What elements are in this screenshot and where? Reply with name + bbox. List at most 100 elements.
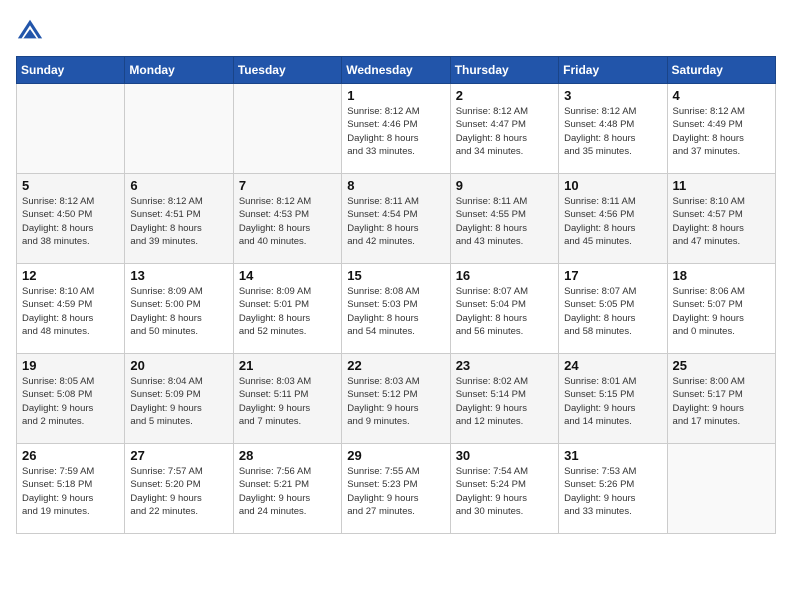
day-info: Sunrise: 8:02 AM Sunset: 5:14 PM Dayligh… bbox=[456, 375, 553, 428]
day-info: Sunrise: 8:10 AM Sunset: 4:57 PM Dayligh… bbox=[673, 195, 770, 248]
day-info: Sunrise: 7:55 AM Sunset: 5:23 PM Dayligh… bbox=[347, 465, 444, 518]
day-info: Sunrise: 8:11 AM Sunset: 4:55 PM Dayligh… bbox=[456, 195, 553, 248]
calendar-day-cell: 15 Sunrise: 8:08 AM Sunset: 5:03 PM Dayli… bbox=[342, 264, 450, 354]
calendar-day-cell: 10 Sunrise: 8:11 AM Sunset: 4:56 PM Dayli… bbox=[559, 174, 667, 264]
calendar-day-cell: 30Sunrise: 7:54 AM Sunset: 5:24 PM Dayli… bbox=[450, 444, 558, 534]
day-info: Sunrise: 8:01 AM Sunset: 5:15 PM Dayligh… bbox=[564, 375, 661, 428]
day-number: 13 bbox=[130, 268, 227, 283]
day-number: 21 bbox=[239, 358, 336, 373]
day-info: Sunrise: 8:12 AM Sunset: 4:46 PM Dayligh… bbox=[347, 105, 444, 158]
calendar-day-cell: 17 Sunrise: 8:07 AM Sunset: 5:05 PM Dayli… bbox=[559, 264, 667, 354]
calendar-day-cell: 6 Sunrise: 8:12 AM Sunset: 4:51 PM Daylig… bbox=[125, 174, 233, 264]
day-number: 26 bbox=[22, 448, 119, 463]
day-number: 20 bbox=[130, 358, 227, 373]
calendar-day-cell: 26 Sunrise: 7:59 AM Sunset: 5:18 PM Dayli… bbox=[17, 444, 125, 534]
calendar-day-cell: 25Sunrise: 8:00 AM Sunset: 5:17 PM Dayli… bbox=[667, 354, 775, 444]
day-of-week-header: Saturday bbox=[667, 57, 775, 84]
day-number: 29 bbox=[347, 448, 444, 463]
calendar-day-cell: 22 Sunrise: 8:03 AM Sunset: 5:12 PM Dayli… bbox=[342, 354, 450, 444]
calendar-week-row: 26 Sunrise: 7:59 AM Sunset: 5:18 PM Dayli… bbox=[17, 444, 776, 534]
calendar-day-cell bbox=[667, 444, 775, 534]
day-number: 19 bbox=[22, 358, 119, 373]
day-of-week-header: Wednesday bbox=[342, 57, 450, 84]
day-info: Sunrise: 7:54 AM Sunset: 5:24 PM Dayligh… bbox=[456, 465, 553, 518]
calendar-header-row: SundayMondayTuesdayWednesdayThursdayFrid… bbox=[17, 57, 776, 84]
calendar-day-cell bbox=[125, 84, 233, 174]
logo bbox=[16, 16, 48, 44]
calendar-day-cell: 20 Sunrise: 8:04 AM Sunset: 5:09 PM Dayli… bbox=[125, 354, 233, 444]
day-info: Sunrise: 7:57 AM Sunset: 5:20 PM Dayligh… bbox=[130, 465, 227, 518]
day-number: 14 bbox=[239, 268, 336, 283]
day-number: 16 bbox=[456, 268, 553, 283]
day-number: 23 bbox=[456, 358, 553, 373]
day-number: 11 bbox=[673, 178, 770, 193]
day-info: Sunrise: 8:11 AM Sunset: 4:54 PM Dayligh… bbox=[347, 195, 444, 248]
day-info: Sunrise: 8:05 AM Sunset: 5:08 PM Dayligh… bbox=[22, 375, 119, 428]
day-number: 12 bbox=[22, 268, 119, 283]
day-of-week-header: Friday bbox=[559, 57, 667, 84]
calendar-day-cell: 1 Sunrise: 8:12 AM Sunset: 4:46 PM Daylig… bbox=[342, 84, 450, 174]
day-number: 15 bbox=[347, 268, 444, 283]
calendar-week-row: 5Sunrise: 8:12 AM Sunset: 4:50 PM Daylig… bbox=[17, 174, 776, 264]
calendar-day-cell: 3Sunrise: 8:12 AM Sunset: 4:48 PM Daylig… bbox=[559, 84, 667, 174]
day-info: Sunrise: 8:08 AM Sunset: 5:03 PM Dayligh… bbox=[347, 285, 444, 338]
calendar-day-cell: 23 Sunrise: 8:02 AM Sunset: 5:14 PM Dayli… bbox=[450, 354, 558, 444]
calendar-day-cell: 2Sunrise: 8:12 AM Sunset: 4:47 PM Daylig… bbox=[450, 84, 558, 174]
calendar-day-cell: 28 Sunrise: 7:56 AM Sunset: 5:21 PM Dayli… bbox=[233, 444, 341, 534]
day-number: 9 bbox=[456, 178, 553, 193]
page-header bbox=[16, 16, 776, 44]
day-number: 27 bbox=[130, 448, 227, 463]
day-info: Sunrise: 8:09 AM Sunset: 5:00 PM Dayligh… bbox=[130, 285, 227, 338]
day-number: 18 bbox=[673, 268, 770, 283]
day-of-week-header: Tuesday bbox=[233, 57, 341, 84]
day-number: 7 bbox=[239, 178, 336, 193]
day-number: 10 bbox=[564, 178, 661, 193]
calendar-day-cell: 16 Sunrise: 8:07 AM Sunset: 5:04 PM Dayli… bbox=[450, 264, 558, 354]
day-info: Sunrise: 7:56 AM Sunset: 5:21 PM Dayligh… bbox=[239, 465, 336, 518]
calendar-day-cell: 9 Sunrise: 8:11 AM Sunset: 4:55 PM Daylig… bbox=[450, 174, 558, 264]
day-number: 3 bbox=[564, 88, 661, 103]
day-number: 28 bbox=[239, 448, 336, 463]
calendar-day-cell: 29 Sunrise: 7:55 AM Sunset: 5:23 PM Dayli… bbox=[342, 444, 450, 534]
calendar-week-row: 12 Sunrise: 8:10 AM Sunset: 4:59 PM Dayli… bbox=[17, 264, 776, 354]
calendar-day-cell: 27 Sunrise: 7:57 AM Sunset: 5:20 PM Dayli… bbox=[125, 444, 233, 534]
day-info: Sunrise: 8:07 AM Sunset: 5:04 PM Dayligh… bbox=[456, 285, 553, 338]
calendar-day-cell: 12 Sunrise: 8:10 AM Sunset: 4:59 PM Dayli… bbox=[17, 264, 125, 354]
day-number: 22 bbox=[347, 358, 444, 373]
calendar-day-cell bbox=[233, 84, 341, 174]
day-info: Sunrise: 7:53 AM Sunset: 5:26 PM Dayligh… bbox=[564, 465, 661, 518]
day-number: 2 bbox=[456, 88, 553, 103]
calendar-day-cell: 5Sunrise: 8:12 AM Sunset: 4:50 PM Daylig… bbox=[17, 174, 125, 264]
day-number: 1 bbox=[347, 88, 444, 103]
calendar-week-row: 19 Sunrise: 8:05 AM Sunset: 5:08 PM Dayli… bbox=[17, 354, 776, 444]
day-info: Sunrise: 8:12 AM Sunset: 4:49 PM Dayligh… bbox=[673, 105, 770, 158]
calendar-day-cell: 13 Sunrise: 8:09 AM Sunset: 5:00 PM Dayli… bbox=[125, 264, 233, 354]
day-number: 6 bbox=[130, 178, 227, 193]
calendar-day-cell: 4Sunrise: 8:12 AM Sunset: 4:49 PM Daylig… bbox=[667, 84, 775, 174]
day-info: Sunrise: 7:59 AM Sunset: 5:18 PM Dayligh… bbox=[22, 465, 119, 518]
day-info: Sunrise: 8:03 AM Sunset: 5:12 PM Dayligh… bbox=[347, 375, 444, 428]
day-info: Sunrise: 8:10 AM Sunset: 4:59 PM Dayligh… bbox=[22, 285, 119, 338]
day-info: Sunrise: 8:12 AM Sunset: 4:51 PM Dayligh… bbox=[130, 195, 227, 248]
day-number: 24 bbox=[564, 358, 661, 373]
day-number: 31 bbox=[564, 448, 661, 463]
calendar-day-cell: 31 Sunrise: 7:53 AM Sunset: 5:26 PM Dayli… bbox=[559, 444, 667, 534]
day-info: Sunrise: 8:07 AM Sunset: 5:05 PM Dayligh… bbox=[564, 285, 661, 338]
calendar-day-cell: 14Sunrise: 8:09 AM Sunset: 5:01 PM Dayli… bbox=[233, 264, 341, 354]
day-info: Sunrise: 8:12 AM Sunset: 4:50 PM Dayligh… bbox=[22, 195, 119, 248]
calendar-day-cell bbox=[17, 84, 125, 174]
day-info: Sunrise: 8:06 AM Sunset: 5:07 PM Dayligh… bbox=[673, 285, 770, 338]
calendar-day-cell: 18 Sunrise: 8:06 AM Sunset: 5:07 PM Dayli… bbox=[667, 264, 775, 354]
day-of-week-header: Thursday bbox=[450, 57, 558, 84]
day-of-week-header: Sunday bbox=[17, 57, 125, 84]
day-info: Sunrise: 8:11 AM Sunset: 4:56 PM Dayligh… bbox=[564, 195, 661, 248]
day-info: Sunrise: 8:00 AM Sunset: 5:17 PM Dayligh… bbox=[673, 375, 770, 428]
calendar-week-row: 1 Sunrise: 8:12 AM Sunset: 4:46 PM Daylig… bbox=[17, 84, 776, 174]
day-number: 17 bbox=[564, 268, 661, 283]
day-info: Sunrise: 8:04 AM Sunset: 5:09 PM Dayligh… bbox=[130, 375, 227, 428]
calendar-day-cell: 8 Sunrise: 8:11 AM Sunset: 4:54 PM Daylig… bbox=[342, 174, 450, 264]
calendar-day-cell: 21Sunrise: 8:03 AM Sunset: 5:11 PM Dayli… bbox=[233, 354, 341, 444]
calendar-day-cell: 7Sunrise: 8:12 AM Sunset: 4:53 PM Daylig… bbox=[233, 174, 341, 264]
calendar-table: SundayMondayTuesdayWednesdayThursdayFrid… bbox=[16, 56, 776, 534]
day-number: 8 bbox=[347, 178, 444, 193]
